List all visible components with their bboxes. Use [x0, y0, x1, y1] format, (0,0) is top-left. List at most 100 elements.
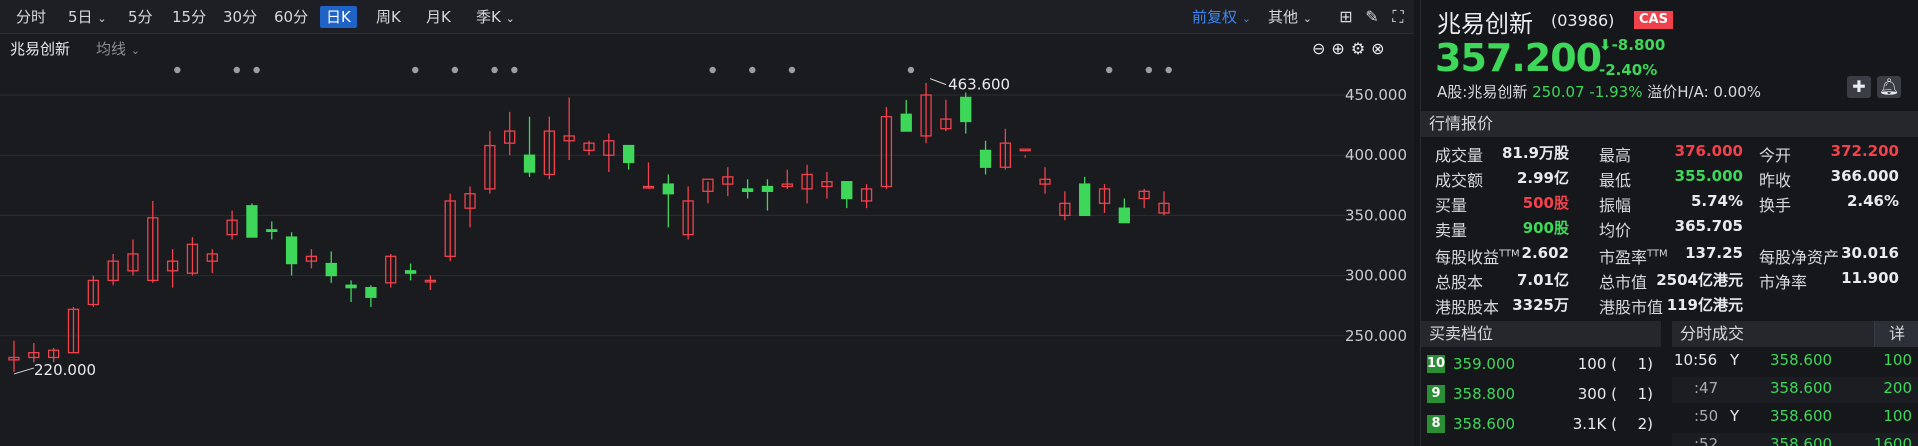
chart-grid [0, 94, 1354, 337]
trade-row: :47 358.600 200 [1672, 377, 1918, 403]
fund-value: 137.25 [1685, 244, 1743, 262]
low-price-label: 220.000 [34, 361, 96, 379]
stat-value: 365.705 [1674, 217, 1743, 235]
indicator-dropdown[interactable]: 均线 ⌄ [96, 38, 140, 59]
candle-body [266, 229, 278, 232]
period-tab-60min[interactable]: 60分 [274, 6, 308, 28]
trades-detail-button[interactable]: 详 [1874, 321, 1918, 347]
candle-body [404, 270, 417, 274]
other-dropdown[interactable]: 其他 ⌄ [1268, 6, 1312, 28]
bid-volume: 300 ( [1577, 385, 1617, 403]
trade-volume: 1600 [1873, 435, 1912, 446]
adjust-dropdown[interactable]: 前复权 ⌄ [1192, 6, 1251, 28]
zoom-in-icon[interactable]: ⊕ [1331, 39, 1350, 58]
event-dot[interactable] [451, 66, 459, 74]
level-badge: 9 [1427, 385, 1445, 403]
period-tab-monthly[interactable]: 月K [426, 6, 451, 28]
price-change: ⬇-8.800 [1599, 36, 1666, 54]
fullscreen-icon[interactable]: ⛶ [1388, 7, 1408, 27]
event-dot[interactable] [233, 66, 240, 74]
trade-price: 358.600 [1770, 351, 1833, 369]
event-dot[interactable] [1145, 66, 1153, 74]
period-tab-fenshi[interactable]: 分时 [16, 6, 46, 28]
event-dot[interactable] [491, 66, 498, 74]
period-tab-30min[interactable]: 30分 [223, 6, 257, 28]
period-tab-5day[interactable]: 5日 ⌄ [68, 6, 107, 28]
chevron-down-icon: ⌄ [1241, 12, 1252, 25]
period-tab-quarterly[interactable]: 季K ⌄ [476, 6, 515, 28]
candle-body [1118, 207, 1130, 224]
candle-body [900, 113, 912, 132]
candle-body [662, 183, 674, 195]
candle-body [345, 284, 357, 289]
kline-svg: 450.000 400.000 350.000 300.000 250.000 463.… [0, 66, 1407, 379]
stat-value: 372.200 [1830, 142, 1899, 160]
candle-body [365, 286, 377, 298]
stat-value: 355.000 [1674, 167, 1743, 185]
candle-body [841, 181, 853, 200]
candle-body [285, 236, 298, 265]
candle-body [1079, 183, 1091, 217]
y-tick-label: 400.000 [1345, 146, 1407, 164]
y-tick-label: 300.000 [1345, 267, 1407, 285]
alert-bell-icon[interactable]: 🔔︎ [1877, 76, 1901, 98]
stat-label: 昨收 [1759, 171, 1792, 190]
add-watchlist-button[interactable]: ✚ [1847, 76, 1871, 98]
event-dot[interactable] [749, 66, 756, 74]
candle-body [246, 205, 258, 238]
close-icon[interactable]: ⊗ [1371, 39, 1390, 58]
event-dot[interactable] [174, 66, 181, 74]
bid-price: 358.800 [1453, 385, 1516, 403]
settings-gear-icon[interactable]: ⚙ [1351, 39, 1371, 58]
stat-value: 2.99亿 [1516, 169, 1569, 187]
bid-price: 358.600 [1453, 415, 1516, 433]
event-dot[interactable] [511, 66, 518, 74]
chart-stock-name: 兆易创新 [10, 40, 71, 58]
event-dot[interactable] [1106, 66, 1113, 74]
event-dot[interactable] [709, 66, 716, 74]
candle-body [761, 185, 774, 192]
y-tick-label: 450.000 [1345, 86, 1407, 104]
stat-value: 81.9万股 [1501, 144, 1569, 162]
bid-count: 1) [1637, 355, 1653, 373]
kline-chart[interactable]: 450.000 400.000 350.000 300.000 250.000 463.… [0, 35, 1414, 446]
candle-body [979, 149, 992, 168]
event-dots [174, 66, 1172, 74]
chart-controls: ⊖⊕⚙⊗ [1312, 39, 1391, 58]
a-share-line: A股:兆易创新 250.07 -1.93% 溢价H/A: 0.00% [1437, 83, 1762, 101]
draw-pen-icon[interactable]: ✎ [1362, 7, 1382, 27]
event-dot[interactable] [412, 66, 419, 74]
trade-flag: Y [1730, 351, 1740, 369]
period-tab-weekly[interactable]: 周K [376, 6, 401, 28]
stat-value: 2.46% [1846, 192, 1899, 210]
stat-label: 振幅 [1599, 196, 1632, 215]
extreme-labels: 463.600 220.000 [13, 76, 1010, 379]
candle-body [325, 262, 337, 277]
zoom-out-icon[interactable]: ⊖ [1312, 39, 1331, 58]
stat-value: 376.000 [1674, 142, 1743, 160]
orderbook-row[interactable]: 10 359.000 100 (1) [1421, 353, 1661, 381]
bid-count: 2) [1637, 415, 1653, 433]
fund-value: 119亿港元 [1666, 296, 1743, 314]
period-tab-15min[interactable]: 15分 [172, 6, 206, 28]
layout-grid-icon[interactable]: ⊞ [1336, 7, 1356, 27]
stat-label: 最高 [1599, 146, 1632, 165]
event-dot[interactable] [788, 66, 796, 74]
candle-body [523, 154, 536, 173]
fund-value: 30.016 [1841, 244, 1899, 262]
fund-value: 2504亿港元 [1656, 271, 1743, 289]
price-change-pct: -2.40% [1599, 61, 1658, 79]
cas-badge: CAS [1634, 11, 1673, 29]
event-dot[interactable] [907, 66, 915, 74]
period-tab-5min[interactable]: 5分 [128, 6, 153, 28]
trade-volume: 100 [1883, 407, 1912, 425]
fund-value: 7.01亿 [1516, 271, 1569, 289]
bid-count: 1) [1637, 385, 1653, 403]
event-dot[interactable] [1165, 66, 1172, 74]
event-dot[interactable] [253, 66, 260, 74]
orderbook-row[interactable]: 9 358.800 300 ( 1) [1421, 383, 1661, 411]
trade-row: 10:56 Y 358.600 100 [1672, 349, 1918, 375]
orderbook-row[interactable]: 8 358.600 3.1K (2) [1421, 413, 1661, 441]
stat-value: 900股 [1522, 219, 1569, 237]
period-tab-daily[interactable]: 日K [320, 6, 357, 28]
